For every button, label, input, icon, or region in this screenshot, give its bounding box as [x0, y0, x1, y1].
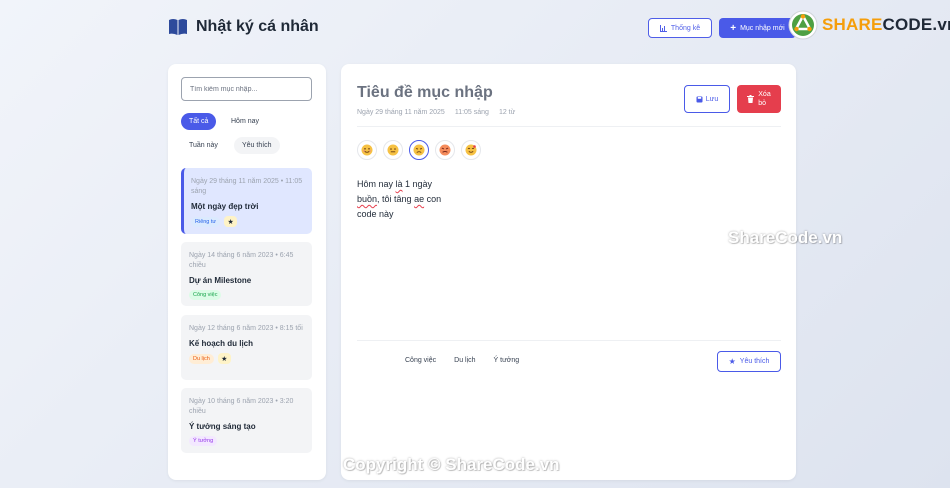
entry-date: Ngày 14 tháng 6 năm 2023 • 6:45 chiều	[189, 252, 294, 269]
entry-tag: Du lịch	[189, 353, 214, 364]
new-entry-button[interactable]: + Mục nhập mới	[719, 18, 796, 38]
entry-tag-options: Công việc Du lịch Ý tưởng	[405, 357, 519, 364]
book-icon	[169, 19, 187, 35]
star-icon: ★	[224, 216, 238, 227]
entry-tag: Công việc	[189, 290, 222, 300]
app-title: Nhật ký cá nhân	[168, 18, 319, 36]
mood-neutral-button[interactable]	[383, 140, 403, 160]
save-label: Lưu	[705, 95, 719, 103]
brand-text: SHARECODE.vn	[822, 15, 950, 34]
entry-title-input[interactable]: Tiêu đề mục nhập	[357, 84, 493, 102]
list-item[interactable]: Ngày 10 tháng 6 năm 2023 • 3:20 chiều Ý …	[181, 388, 312, 453]
entry-meta: Ngày 29 tháng 11 năm 2025 11:05 sáng 12 …	[357, 109, 515, 116]
brand-watermark: SHARECODE.vn	[788, 8, 950, 42]
star-icon: ★	[217, 353, 231, 364]
list-item[interactable]: Ngày 14 tháng 6 năm 2023 • 6:45 chiều Dự…	[181, 242, 312, 306]
mood-sad-button[interactable]	[409, 140, 429, 160]
smiley-love-icon	[465, 144, 477, 156]
entry-title: Một ngày đẹp trời	[191, 202, 259, 211]
filter-this-week[interactable]: Tuần này	[181, 137, 226, 154]
tag-option-ideas[interactable]: Ý tưởng	[494, 357, 520, 364]
tag-option-work[interactable]: Công việc	[405, 357, 436, 364]
entry-date: Ngày 12 tháng 6 năm 2023 • 8:15 tối	[189, 325, 303, 332]
sharecode-logo-icon	[788, 10, 818, 40]
favorite-label: Yêu thích	[739, 358, 770, 365]
entry-title: Dự án Milestone	[189, 276, 252, 285]
smiley-neutral-icon	[387, 144, 399, 156]
word-count: 12 từ	[498, 109, 516, 116]
entry-title: Ý tưởng sáng tạo	[189, 422, 256, 431]
tag-option-travel[interactable]: Du lịch	[454, 357, 475, 364]
save-button[interactable]: Lưu	[684, 85, 730, 113]
delete-button[interactable]: Xóa bỏ	[737, 85, 781, 113]
entry-date: Ngày 29 tháng 11 năm 2025 • 11:05 sáng	[191, 178, 303, 195]
trash-icon	[747, 95, 755, 103]
mood-love-button[interactable]	[461, 140, 481, 160]
watermark-text: ShareCode.vn	[728, 228, 843, 247]
search-input[interactable]	[181, 77, 312, 101]
chart-icon	[659, 24, 667, 32]
entry-tag: Ý tưởng	[189, 436, 218, 446]
smiley-happy-icon	[361, 144, 373, 156]
copyright-watermark: Copyright © ShareCode.vn	[343, 455, 560, 474]
star-icon: ★	[728, 357, 736, 366]
favorite-button[interactable]: ★ Yêu thích	[717, 351, 781, 372]
smiley-sad-icon	[413, 144, 425, 156]
delete-label: Xóa	[758, 91, 771, 98]
list-item[interactable]: Ngày 12 tháng 6 năm 2023 • 8:15 tối Kế h…	[181, 315, 312, 380]
entry-date: Ngày 29 tháng 11 năm 2025	[357, 109, 445, 116]
plus-icon: +	[730, 22, 737, 34]
stats-button[interactable]: Thống kê	[648, 18, 712, 38]
entry-editor: Tiêu đề mục nhập Ngày 29 tháng 11 năm 20…	[341, 64, 796, 480]
entry-title: Kế hoạch du lịch	[189, 339, 254, 348]
save-icon	[696, 96, 703, 102]
smiley-angry-icon	[439, 144, 451, 156]
divider	[357, 126, 781, 127]
list-item[interactable]: Ngày 29 tháng 11 năm 2025 • 11:05 sáng M…	[181, 168, 312, 234]
delete-label: bỏ	[758, 100, 767, 107]
entry-date: Ngày 10 tháng 6 năm 2023 • 3:20 chiều	[189, 398, 294, 415]
stats-label: Thống kê	[670, 24, 701, 32]
divider	[357, 340, 781, 341]
filter-today[interactable]: Hôm nay	[223, 113, 268, 130]
mood-angry-button[interactable]	[435, 140, 455, 160]
entries-sidebar: Tất cả Hôm nay Tuần này Yêu thích Ngày 2…	[168, 64, 326, 480]
app-title-text: Nhật ký cá nhân	[196, 18, 319, 35]
entry-tag: Riêng tư	[191, 216, 221, 227]
mood-happy-button[interactable]	[357, 140, 377, 160]
entry-content-editor[interactable]: Hôm nay là 1 ngày buồn, tôi tâng ae con …	[357, 177, 441, 222]
filter-favorites[interactable]: Yêu thích	[234, 137, 280, 154]
mood-selector	[357, 140, 481, 160]
filter-all[interactable]: Tất cả	[181, 113, 217, 130]
new-entry-label: Mục nhập mới	[740, 24, 785, 32]
entry-time: 11:05 sáng	[454, 109, 489, 116]
